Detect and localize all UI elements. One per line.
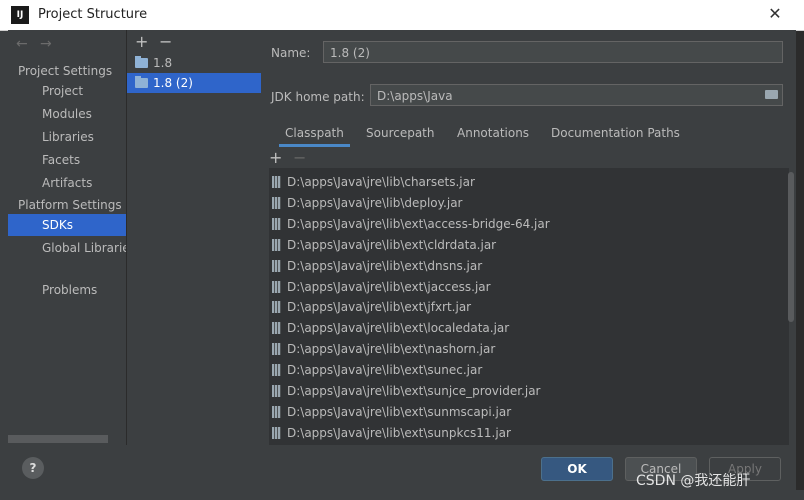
- background-editor-right: [796, 30, 804, 500]
- add-path-icon[interactable]: +: [269, 148, 282, 167]
- nav-item-problems[interactable]: Problems: [8, 279, 126, 301]
- nav-item-libraries[interactable]: Libraries: [8, 126, 126, 148]
- remove-path-icon[interactable]: −: [293, 148, 306, 167]
- tab-annotations[interactable]: Annotations: [457, 123, 529, 147]
- classpath-scrollbar[interactable]: [788, 172, 794, 322]
- jdk-folder-icon: [135, 56, 148, 68]
- classpath-entry: D:\apps\Java\jre\lib\ext\cldrdata.jar: [287, 237, 497, 252]
- nav-header-platform-settings: Platform Settings: [18, 198, 122, 212]
- classpath-entry: D:\apps\Java\jre\lib\ext\access-bridge-6…: [287, 216, 550, 231]
- classpath-entry: D:\apps\Java\jre\lib\deploy.jar: [287, 195, 463, 210]
- tab-classpath[interactable]: Classpath: [279, 123, 350, 147]
- browse-folder-icon[interactable]: [765, 90, 778, 99]
- watermark: CSDN @我还能肝: [636, 473, 751, 489]
- sdk-item-label: 1.8 (2): [153, 76, 193, 90]
- jar-icon: [272, 301, 281, 314]
- background-editor-left: [0, 30, 8, 500]
- classpath-entry: D:\apps\Java\jre\lib\ext\jaccess.jar: [287, 279, 491, 294]
- jdk-folder-icon: [135, 76, 148, 88]
- nav-header-project-settings: Project Settings: [18, 64, 113, 78]
- classpath-entry: D:\apps\Java\jre\lib\ext\sunec.jar: [287, 363, 483, 378]
- jar-icon: [272, 322, 281, 335]
- nav-horizontal-scrollbar[interactable]: [8, 435, 108, 443]
- background-editor-bottom: [0, 490, 804, 500]
- jar-icon: [272, 196, 281, 209]
- classpath-list: D:\apps\Java\jre\lib\charsets.jar D:\apps…: [269, 168, 789, 445]
- tab-sourcepath[interactable]: Sourcepath: [366, 123, 435, 147]
- forward-arrow-icon[interactable]: →: [40, 36, 52, 52]
- jar-icon: [272, 364, 281, 377]
- ok-button[interactable]: OK: [541, 457, 613, 481]
- jar-icon: [272, 217, 281, 230]
- classpath-entry: D:\apps\Java\jre\lib\ext\jfxrt.jar: [287, 300, 472, 315]
- title-bar: IJ Project Structure ✕: [0, 0, 804, 31]
- intellij-icon: IJ: [11, 6, 29, 24]
- remove-sdk-icon[interactable]: −: [159, 32, 172, 51]
- window-title: Project Structure: [38, 7, 148, 22]
- classpath-entry: D:\apps\Java\jre\lib\ext\sunpkcs11.jar: [287, 425, 511, 440]
- close-icon[interactable]: ✕: [764, 3, 786, 25]
- sdk-item-1-8[interactable]: 1.8: [127, 53, 262, 73]
- jar-icon: [272, 405, 281, 418]
- back-arrow-icon[interactable]: ←: [16, 36, 28, 52]
- nav-item-sdks[interactable]: SDKs: [8, 214, 126, 236]
- classpath-entry: D:\apps\Java\jre\lib\ext\sunjce_provider…: [287, 384, 541, 398]
- jar-icon: [272, 259, 281, 272]
- add-sdk-icon[interactable]: +: [135, 32, 148, 51]
- classpath-entry: D:\apps\Java\jre\lib\ext\sunmscapi.jar: [287, 404, 512, 419]
- classpath-entry: D:\apps\Java\jre\lib\ext\localedata.jar: [287, 321, 510, 336]
- sdk-list-panel: + − 1.8 1.8 (2): [126, 30, 262, 445]
- tab-documentation-paths[interactable]: Documentation Paths: [551, 123, 680, 147]
- jar-icon: [272, 176, 281, 188]
- name-field[interactable]: 1.8 (2): [323, 41, 783, 63]
- classpath-entry: D:\apps\Java\jre\lib\ext\dnsns.jar: [287, 258, 483, 273]
- jdk-home-path-value: D:\apps\Java: [377, 89, 453, 103]
- jar-icon: [272, 385, 281, 397]
- classpath-entry: D:\apps\Java\jre\lib\ext\nashorn.jar: [287, 342, 496, 357]
- jar-icon: [272, 343, 281, 356]
- jdk-home-path-field[interactable]: D:\apps\Java: [370, 84, 783, 106]
- sdk-item-1-8-2[interactable]: 1.8 (2): [127, 73, 262, 93]
- nav-item-artifacts[interactable]: Artifacts: [8, 172, 126, 194]
- nav-item-modules[interactable]: Modules: [8, 103, 126, 125]
- jar-icon: [272, 238, 281, 251]
- nav-item-global-libraries[interactable]: Global Libraries: [8, 237, 126, 259]
- help-icon[interactable]: ?: [22, 457, 44, 479]
- jar-icon: [272, 280, 281, 293]
- sdk-item-label: 1.8: [153, 56, 173, 70]
- name-label: Name:: [271, 46, 311, 60]
- nav-item-project[interactable]: Project: [8, 80, 126, 102]
- nav-item-facets[interactable]: Facets: [8, 149, 126, 171]
- jdk-home-path-label: JDK home path:: [271, 90, 365, 104]
- sdk-detail-panel: Name: 1.8 (2) JDK home path: D:\apps\Jav…: [261, 30, 796, 445]
- jar-icon: [272, 426, 281, 439]
- settings-nav: ← → Project Settings Project Modules Lib…: [8, 30, 126, 445]
- classpath-entry: D:\apps\Java\jre\lib\charsets.jar: [287, 175, 475, 189]
